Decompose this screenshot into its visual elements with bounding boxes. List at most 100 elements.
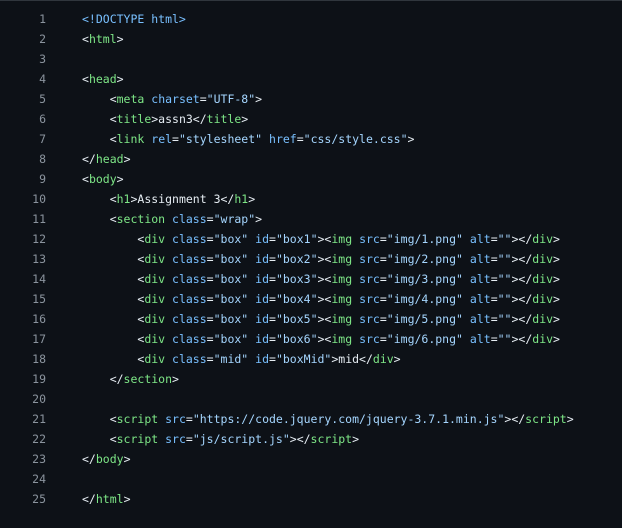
code-token: <!DOCTYPE html> [82,12,186,26]
code-token: title [116,112,152,126]
code-token: > [553,232,560,246]
code-token: = [206,352,214,366]
code-token: id [255,292,270,306]
code-token: class [172,252,207,266]
code-token: "" [497,292,512,306]
code-token: < [82,292,145,306]
code-token: class [172,332,207,346]
code-token: "box" [213,272,249,286]
code-token: src [165,432,186,446]
code-token: class [172,352,207,366]
code-token: >< [317,272,332,286]
code-token: div [144,232,166,246]
code-token: "box" [213,232,249,246]
code-token: meta [116,92,145,106]
code-token: class [172,312,207,326]
code-token: = [490,272,498,286]
code-token: "boxMid" [275,352,332,366]
line-number: 18 [32,352,46,366]
code-token: = [490,312,498,326]
code-token: ></ [504,412,526,426]
code-line: 12 <div class="box" id="box1"><img src="… [0,229,622,249]
code-token: < [82,352,145,366]
code-text: <script src="https://code.jquery.com/jqu… [82,409,574,429]
line-number: 11 [32,212,46,226]
line-number: 10 [32,192,46,206]
code-token: ></ [511,272,533,286]
code-text: <div class="box" id="box5"><img src="img… [82,309,560,329]
code-token: src [359,312,380,326]
code-token: id [255,312,270,326]
code-token: body [88,172,117,186]
code-token: id [255,332,270,346]
code-token: class [172,292,207,306]
code-token: div [144,272,166,286]
code-token: class [172,272,207,286]
code-line: 25 </html> [0,489,622,509]
code-token: "" [497,312,512,326]
code-token: "box6" [275,332,318,346]
code-token: src [359,272,380,286]
code-token: div [144,332,166,346]
code-token: img [331,312,353,326]
code-token: > [241,112,249,126]
code-text: </head> [82,149,131,169]
code-text: </body> [82,449,131,469]
code-token: >< [317,332,332,346]
code-text: </section> [82,369,179,389]
code-token: > [566,412,574,426]
line-number: 3 [39,52,46,66]
code-token: head [88,72,117,86]
code-token: = [206,232,214,246]
code-token: src [165,412,186,426]
code-token: div [532,292,554,306]
code-token: alt [469,272,491,286]
code-token: section [123,372,173,386]
code-text: <div class="box" id="box1"><img src="img… [82,229,560,249]
line-number: 16 [32,312,46,326]
code-token: > [248,192,256,206]
line-number: 12 [32,232,46,246]
code-token: > [123,492,131,506]
code-token: id [255,272,270,286]
code-token: "box5" [275,312,318,326]
code-token: img [331,272,353,286]
code-token: < [82,272,145,286]
code-token: div [532,252,554,266]
code-token: < [82,232,145,246]
code-line: 11 <section class="wrap"> [0,209,622,229]
code-line: 17 <div class="box" id="box6"><img src="… [0,329,622,349]
code-token: html [95,492,124,506]
code-text: <link rel="stylesheet" href="css/style.c… [82,129,415,149]
line-number: 20 [32,392,46,406]
code-token: = [379,312,387,326]
code-token: src [359,292,380,306]
code-token: = [206,292,214,306]
line-number: 4 [39,72,46,86]
code-token: > [116,72,124,86]
code-token: = [296,132,304,146]
code-line: 23 </body> [0,449,622,469]
code-token: </ [82,152,96,166]
code-token: "img/2.png" [386,252,463,266]
code-token: > [553,292,560,306]
code-text: <section class="wrap"> [82,209,262,229]
code-token: = [199,92,207,106]
code-line: 5 <meta charset="UTF-8"> [0,89,622,109]
code-line: 6 <title>assn3</title> [0,109,622,129]
code-text: <div class="box" id="box3"><img src="img… [82,269,560,289]
code-token: src [359,252,380,266]
code-token: = [206,272,214,286]
code-token: h1 [116,192,131,206]
code-token: </ [82,492,96,506]
code-token: = [269,272,276,286]
code-token: img [331,292,353,306]
code-line: 4 <head> [0,69,622,89]
code-token: = [379,332,387,346]
code-token: > [116,172,124,186]
code-token: < [82,212,117,226]
